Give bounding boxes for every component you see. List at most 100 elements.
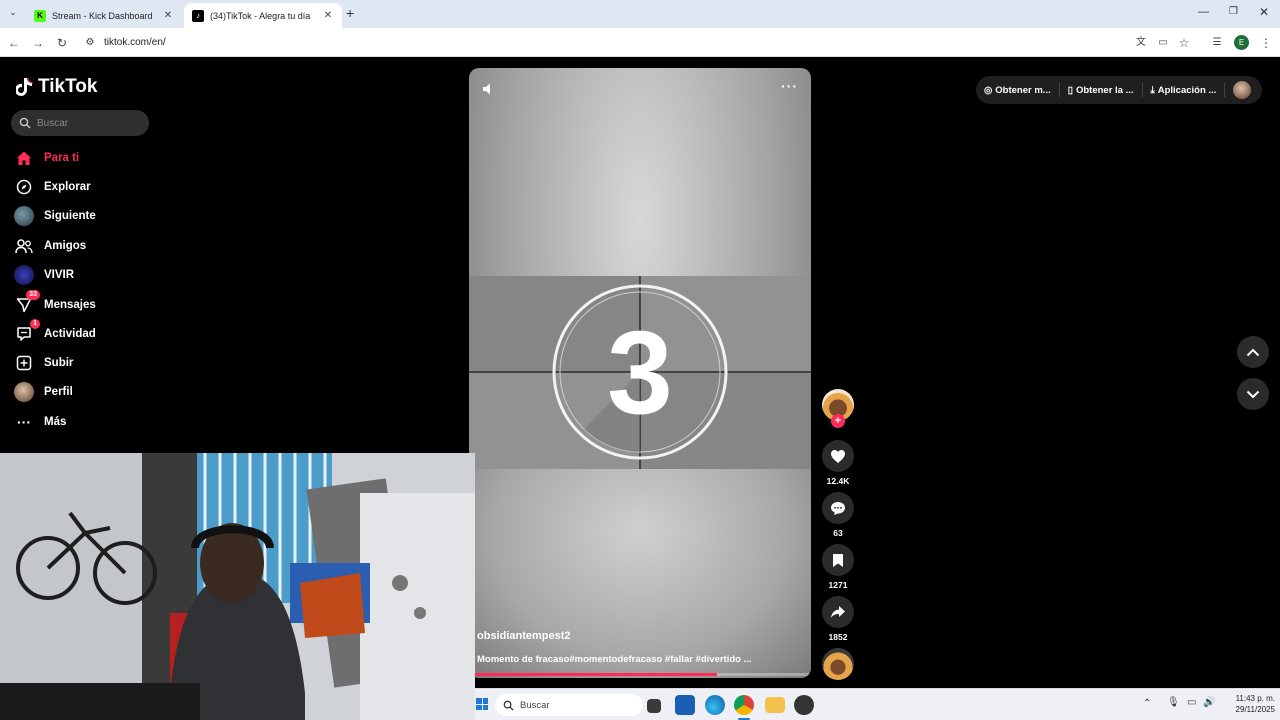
back-button[interactable]: ← xyxy=(6,35,22,51)
menu-kebab-icon[interactable]: ⋮ xyxy=(1258,35,1274,51)
comment-button[interactable] xyxy=(822,492,854,524)
video-player[interactable]: 3 ··· obsidiantempest2 Momento de fracas… xyxy=(469,68,811,678)
nav-item-perfil[interactable]: Perfil xyxy=(14,381,73,403)
taskbar-clock[interactable]: 11:43 p. m. 29/11/2025 xyxy=(1217,693,1275,715)
nav-item-mensajes[interactable]: 33 Mensajes xyxy=(14,290,96,316)
messages-badge: 33 xyxy=(26,290,40,300)
browser-toolbar: ← → ↻ ⚙ tiktok.com/en/ 文 ▭ ☆ ☰ E ⋮ xyxy=(0,28,1280,57)
upload-icon xyxy=(14,353,34,373)
tab-list-button[interactable]: ⌄ xyxy=(6,7,20,21)
coin-icon: ◎ xyxy=(984,84,993,96)
share-count: 1852 xyxy=(828,632,848,642)
cast-icon[interactable]: ▭ xyxy=(1155,35,1171,51)
close-window-button[interactable]: ✕ xyxy=(1259,5,1269,19)
video-username[interactable]: obsidiantempest2 xyxy=(477,630,571,642)
tab-kick-dashboard[interactable]: K Stream - Kick Dashboard ✕ xyxy=(26,3,182,28)
countdown-number: 3 xyxy=(607,307,673,439)
friends-icon xyxy=(14,236,34,256)
nav-item-actividad[interactable]: 1 Actividad xyxy=(14,319,96,345)
top-action-label: Aplicación ... xyxy=(1157,84,1217,96)
close-icon[interactable]: ✕ xyxy=(162,10,174,21)
forward-button[interactable]: → xyxy=(30,35,46,51)
file-explorer-icon[interactable] xyxy=(765,697,785,713)
search-placeholder: Buscar xyxy=(37,117,69,129)
activity-badge: 1 xyxy=(30,319,40,329)
minimize-button[interactable]: — xyxy=(1198,6,1209,18)
next-video-button[interactable] xyxy=(1237,378,1269,410)
address-bar[interactable]: tiktok.com/en/ xyxy=(104,37,166,48)
save-count: 1271 xyxy=(828,580,848,590)
store-icon[interactable] xyxy=(675,695,695,715)
profile-avatar[interactable]: E xyxy=(1234,35,1249,50)
site-info-icon[interactable]: ⚙ xyxy=(82,35,98,51)
network-icon[interactable]: ▭ xyxy=(1187,697,1196,708)
nav-item-para-ti[interactable]: Para ti xyxy=(14,147,79,169)
tiktok-note-icon xyxy=(16,77,34,96)
video-lower-region xyxy=(469,469,811,678)
share-button[interactable] xyxy=(822,596,854,628)
microphone-icon[interactable]: 🎙 xyxy=(1167,697,1180,708)
clock-time: 11:43 p. m. xyxy=(1235,694,1275,703)
get-app-button[interactable]: ▯ Obtener la ... xyxy=(1068,85,1134,96)
save-button[interactable] xyxy=(822,544,854,576)
divider xyxy=(1224,83,1226,97)
top-action-label: Obtener m... xyxy=(995,84,1051,96)
compass-icon xyxy=(14,177,34,197)
follow-plus-button[interactable]: + xyxy=(831,414,845,428)
nav-label: Subir xyxy=(44,357,74,369)
comment-count: 63 xyxy=(833,528,843,538)
search-input[interactable]: Buscar xyxy=(11,110,149,136)
chrome-icon[interactable] xyxy=(734,695,754,715)
nav-label: Mensajes xyxy=(44,299,96,311)
restore-button[interactable]: ❐ xyxy=(1229,6,1238,17)
activity-icon: 1 xyxy=(14,319,40,344)
tab-title: Stream - Kick Dashboard xyxy=(52,10,153,21)
user-avatar[interactable] xyxy=(1233,81,1252,99)
mute-button[interactable] xyxy=(481,81,497,102)
download-icon: ⤓ xyxy=(1150,84,1155,96)
comment-icon xyxy=(831,501,845,515)
bookmark-icon xyxy=(833,553,843,567)
volume-icon[interactable]: 🔊 xyxy=(1203,697,1215,708)
get-coins-button[interactable]: ◎ Obtener m... xyxy=(984,85,1051,96)
reading-list-icon[interactable]: ☰ xyxy=(1209,35,1225,51)
nav-item-siguiente[interactable]: Siguiente xyxy=(14,205,96,227)
nav-item-vivir[interactable]: VIVIR xyxy=(14,264,74,286)
reload-button[interactable]: ↻ xyxy=(54,35,70,51)
nav-item-mas[interactable]: ··· Más xyxy=(14,411,66,433)
translate-icon[interactable]: 文 xyxy=(1133,35,1149,51)
like-button[interactable] xyxy=(822,440,854,472)
tiktok-logo[interactable]: TikTok xyxy=(16,76,97,98)
webcam-scene xyxy=(0,453,475,720)
nav-label: Siguiente xyxy=(44,210,96,222)
video-progress-bar[interactable] xyxy=(475,673,811,676)
edge-icon[interactable] xyxy=(705,695,725,715)
clock-date: 29/11/2025 xyxy=(1235,705,1275,714)
music-disc-avatar[interactable] xyxy=(822,648,854,680)
system-tray-chevron-icon[interactable]: ⌃ xyxy=(1143,698,1151,709)
new-tab-button[interactable]: + xyxy=(346,5,354,21)
nav-item-subir[interactable]: Subir xyxy=(14,352,73,374)
top-actions-bar: ◎ Obtener m... ▯ Obtener la ... ⤓ Aplicació… xyxy=(976,76,1262,104)
tab-title: (34)TikTok - Alegra tu día xyxy=(210,10,311,21)
windows-taskbar: Buscar ⌃ 🎙 ▭ 🔊 11:43 p. m. 29/11/2025 xyxy=(475,688,1280,720)
divider xyxy=(1141,83,1143,97)
windows-start-icon[interactable] xyxy=(476,698,488,710)
taskbar-search-input[interactable]: Buscar xyxy=(495,694,643,716)
download-app-button[interactable]: ⤓ Aplicación ... xyxy=(1151,85,1217,96)
video-more-button[interactable]: ··· xyxy=(781,78,798,94)
close-icon[interactable]: ✕ xyxy=(322,10,334,21)
tiktok-favicon-icon: ♪ xyxy=(192,9,204,22)
video-caption[interactable]: Momento de fracaso#momentodefracaso #fal… xyxy=(477,654,752,665)
tab-tiktok[interactable]: ♪ (34)TikTok - Alegra tu día ✕ xyxy=(184,3,342,28)
nav-label: Amigos xyxy=(44,240,87,252)
app-icon[interactable] xyxy=(794,695,814,715)
chevron-down-icon xyxy=(1246,390,1260,398)
like-count: 12.4K xyxy=(826,476,850,486)
previous-video-button[interactable] xyxy=(1237,336,1269,368)
bookmark-star-icon[interactable]: ☆ xyxy=(1176,35,1192,51)
nav-item-amigos[interactable]: Amigos xyxy=(14,235,86,257)
task-view-icon[interactable] xyxy=(647,699,661,713)
nav-item-explorar[interactable]: Explorar xyxy=(14,176,91,198)
top-action-label: Obtener la ... xyxy=(1075,84,1134,96)
